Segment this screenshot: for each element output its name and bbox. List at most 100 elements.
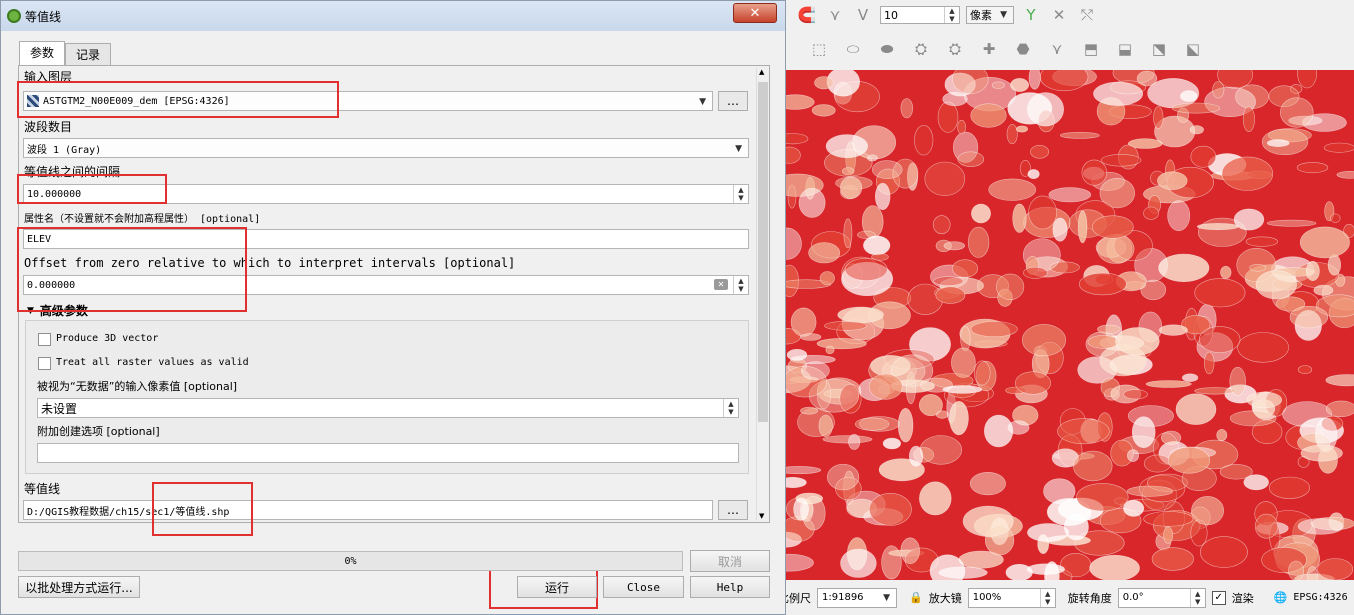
contour-patch: [1199, 536, 1248, 568]
crs-label[interactable]: EPSG:4326: [1293, 592, 1347, 603]
digitize-icon-7[interactable]: ⬣: [1012, 38, 1034, 60]
tolerance-input[interactable]: 10 ▲ ▼: [880, 6, 960, 24]
scroll-down-icon[interactable]: ▼: [759, 512, 764, 520]
digitize-icon-9[interactable]: ⬒: [1080, 38, 1102, 60]
contour-patch: [1288, 560, 1304, 580]
offset-label: Offset from zero relative to which to in…: [24, 256, 516, 270]
magnifier-spinner[interactable]: ▲ ▼: [1039, 588, 1055, 607]
contour-patch: [843, 218, 853, 249]
contour-patch: [1313, 284, 1334, 296]
interval-input[interactable]: 10.000000 ▲ ▼: [23, 184, 749, 204]
contour-patch: [914, 124, 934, 156]
digitize-icon-3[interactable]: ⬬: [876, 38, 898, 60]
tab-parameters[interactable]: 参数: [19, 41, 66, 66]
offset-value: 0.000000: [27, 279, 76, 291]
offset-spinner[interactable]: ▲ ▼: [733, 276, 748, 294]
contour-patch: [900, 537, 920, 565]
output-input[interactable]: D:/QGIS教程数据/ch15/sec1/等值线.shp: [23, 500, 713, 520]
magnet-icon[interactable]: 🧲: [796, 4, 818, 26]
contour-patch: [786, 466, 822, 475]
close-button[interactable]: Close: [603, 576, 684, 598]
treat-raster-checkbox[interactable]: [38, 357, 51, 370]
scrollbar-thumb[interactable]: [758, 82, 768, 422]
contour-patch: [1016, 125, 1029, 133]
contour-patch: [1180, 90, 1198, 102]
rotation-value: 0.0°: [1122, 592, 1144, 603]
snapping-vertex-icon[interactable]: ⋎: [824, 4, 846, 26]
produce-3d-checkbox[interactable]: [38, 333, 51, 346]
scroll-up-icon[interactable]: ▲: [759, 68, 764, 76]
nodata-spinner[interactable]: ▲ ▼: [723, 399, 738, 417]
magnifier-input[interactable]: 100% ▲ ▼: [967, 587, 1056, 608]
contour-patch: [970, 103, 1007, 128]
contour-patch: [824, 321, 868, 331]
contour-patch: [1089, 554, 1140, 580]
contour-patch: [1087, 335, 1119, 349]
topology-icon[interactable]: Y: [1020, 4, 1042, 26]
run-button[interactable]: 运行: [517, 576, 597, 598]
parameters-panel: 输入图层 ASTGTM2_N00E009_dem [EPSG:4326] ▼ ……: [18, 65, 770, 523]
treat-raster-label: Treat all raster values as valid: [56, 357, 249, 368]
snapping-mode-icon[interactable]: V: [852, 4, 874, 26]
contour-patch: [800, 333, 822, 341]
trace-icon[interactable]: ⤲: [1076, 4, 1098, 26]
contour-patch: [1126, 449, 1139, 462]
contour-patch: [1305, 261, 1320, 282]
contour-patch: [1167, 200, 1191, 232]
rotation-spinner[interactable]: ▲ ▼: [1189, 588, 1205, 607]
help-button[interactable]: Help: [690, 576, 770, 598]
advanced-toggle[interactable]: ▼ 高级参数: [27, 302, 88, 319]
render-checkbox[interactable]: ✓: [1211, 590, 1226, 605]
batch-button[interactable]: 以批处理方式运行...: [18, 576, 140, 598]
band-select[interactable]: 波段 1 (Gray) ▼: [23, 138, 749, 158]
contour-patch: [932, 215, 951, 235]
unit-select[interactable]: 像素 ▼: [966, 6, 1014, 24]
advanced-group: Produce 3D vector Treat all raster value…: [25, 320, 749, 474]
contour-patch: [826, 463, 860, 491]
contour-patch: [937, 101, 959, 133]
intersection-icon[interactable]: ✕: [1048, 4, 1070, 26]
produce-3d-label: Produce 3D vector: [56, 333, 159, 344]
contour-patch: [1196, 223, 1239, 231]
rotation-label: 旋转角度: [1067, 591, 1112, 605]
band-value: 波段 1 (Gray): [27, 144, 102, 156]
digitize-icon-4[interactable]: ⛭: [910, 38, 932, 60]
digitize-icon-11[interactable]: ⬔: [1148, 38, 1170, 60]
creation-options-input[interactable]: [37, 443, 739, 463]
cancel-button[interactable]: 取消: [690, 550, 770, 572]
rotation-input[interactable]: 0.0° ▲ ▼: [1117, 587, 1206, 608]
contour-patch: [1057, 418, 1110, 445]
contour-patch: [1158, 324, 1188, 336]
input-layer-select[interactable]: ASTGTM2_N00E009_dem [EPSG:4326] ▼: [23, 91, 713, 111]
contour-patch: [1220, 265, 1232, 279]
contour-patch: [943, 241, 966, 251]
clear-icon[interactable]: ✕: [714, 279, 728, 290]
scale-value: 1:91896: [822, 592, 864, 603]
lock-icon[interactable]: 🔒: [909, 591, 923, 604]
digitize-icon-12[interactable]: ⬕: [1182, 38, 1204, 60]
contour-patch: [1325, 400, 1354, 417]
contour-patch: [1161, 430, 1182, 445]
close-window-button[interactable]: ✕: [733, 3, 777, 23]
interval-spinner[interactable]: ▲ ▼: [733, 185, 748, 203]
digitize-icon-6[interactable]: ✚: [978, 38, 1000, 60]
digitize-icon-5[interactable]: ⛭: [944, 38, 966, 60]
contour-patch: [793, 497, 809, 521]
scale-select[interactable]: 1:91896 ▼: [817, 587, 897, 608]
globe-icon[interactable]: 🌐: [1274, 591, 1288, 604]
input-layer-browse-button[interactable]: …: [718, 91, 748, 111]
offset-input[interactable]: 0.000000 ✕ ▲ ▼: [23, 275, 749, 295]
panel-scrollbar[interactable]: ▲ ▼: [756, 68, 769, 520]
output-browse-button[interactable]: …: [718, 500, 748, 520]
nodata-input[interactable]: 未设置 ▲ ▼: [37, 398, 739, 418]
attr-input[interactable]: ELEV: [23, 229, 749, 249]
contour-patch: [942, 385, 983, 394]
tab-log[interactable]: 记录: [65, 43, 112, 66]
map-canvas[interactable]: [786, 70, 1354, 580]
digitize-icon-10[interactable]: ⬓: [1114, 38, 1136, 60]
digitize-icon-2[interactable]: ⬭: [842, 38, 864, 60]
tolerance-spinner[interactable]: ▲ ▼: [944, 7, 959, 23]
digitize-icon-8[interactable]: ⋎: [1046, 38, 1068, 60]
contour-patch: [970, 321, 1018, 337]
digitize-icon-1[interactable]: ⬚: [808, 38, 830, 60]
